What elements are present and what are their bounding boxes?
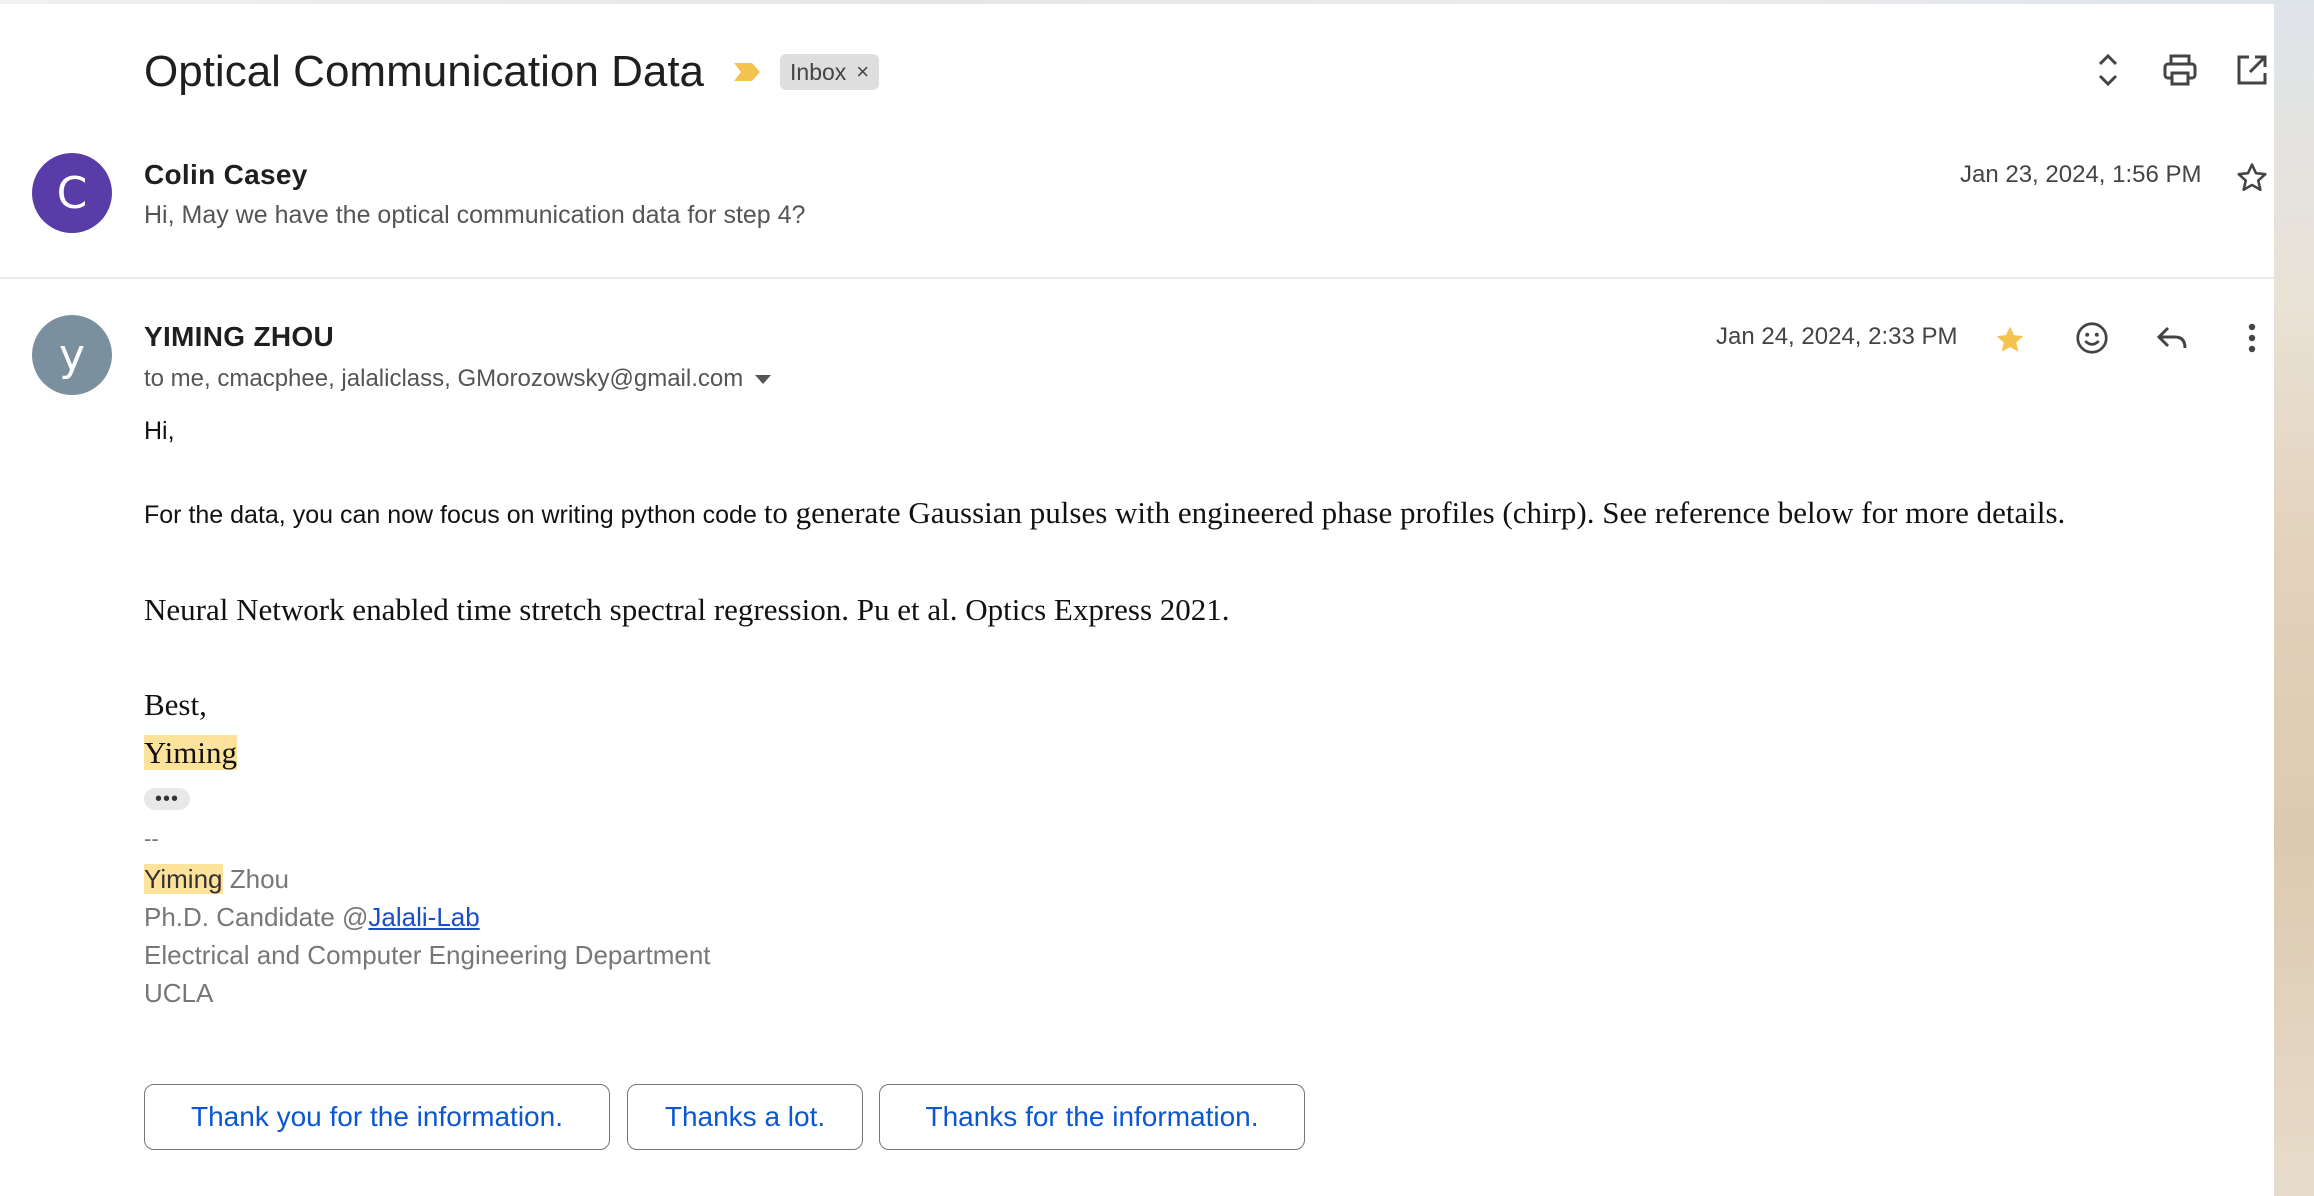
avatar-letter: C bbox=[56, 167, 88, 219]
signature-first-name: Yiming bbox=[144, 864, 223, 894]
signature-last-name: Zhou bbox=[222, 864, 290, 894]
signature-separator: -- bbox=[144, 826, 159, 851]
subject-row: Optical Communication Data Inbox × bbox=[144, 40, 880, 104]
avatar-letter: y bbox=[58, 329, 86, 381]
expand-collapse-icon[interactable] bbox=[2086, 48, 2130, 92]
smart-reply-1[interactable]: Thank you for the information. bbox=[144, 1084, 610, 1150]
label-chip-inbox: Inbox × bbox=[780, 54, 880, 90]
avatar-colin-casey[interactable]: C bbox=[32, 153, 112, 233]
show-trimmed-content-button[interactable]: ••• bbox=[144, 788, 190, 810]
signature-department: Electrical and Computer Engineering Depa… bbox=[144, 940, 711, 970]
highlighted-name: Yiming bbox=[144, 735, 238, 770]
show-details-caret-icon[interactable] bbox=[755, 374, 772, 384]
smart-reply-3[interactable]: Thanks for the information. bbox=[879, 1084, 1305, 1150]
desktop-wallpaper-edge bbox=[2274, 0, 2314, 1196]
body-line-1-serif: to generate Gaussian pulses with enginee… bbox=[763, 495, 2066, 530]
sender-name[interactable]: Colin Casey bbox=[144, 159, 308, 191]
avatar-yiming-zhou[interactable]: y bbox=[32, 315, 112, 395]
email-thread-panel: Optical Communication Data Inbox × C Col… bbox=[0, 4, 2274, 1196]
email-closing: Best, bbox=[144, 687, 207, 722]
email-reference: Neural Network enabled time stretch spec… bbox=[144, 592, 1230, 627]
important-marker-icon[interactable] bbox=[732, 61, 762, 83]
recipients-text: to me, cmacphee, jalaliclass, GMorozowsk… bbox=[144, 365, 744, 392]
more-options-icon[interactable] bbox=[2230, 316, 2274, 360]
sender-name[interactable]: YIMING ZHOU bbox=[144, 321, 334, 353]
email-body-line-1: For the data, you can now focus on writi… bbox=[144, 495, 2065, 531]
smart-reply-2[interactable]: Thanks a lot. bbox=[627, 1084, 863, 1150]
signature-title: Ph.D. Candidate @Jalali-Lab bbox=[144, 902, 480, 933]
add-reaction-icon[interactable] bbox=[2070, 316, 2114, 360]
recipients-line: to me, cmacphee, jalaliclass, GMorozowsk… bbox=[144, 365, 772, 393]
signature-name: Yiming Zhou bbox=[144, 864, 289, 895]
thread-subject: Optical Communication Data bbox=[144, 47, 705, 96]
email-greeting: Hi, bbox=[144, 417, 175, 445]
email-sender-name: Yiming bbox=[144, 735, 238, 771]
body-line-1-sans: For the data, you can now focus on writi… bbox=[144, 501, 764, 529]
reply-icon[interactable] bbox=[2150, 316, 2194, 360]
signature-school: UCLA bbox=[144, 978, 214, 1008]
remove-label-button[interactable]: × bbox=[856, 59, 869, 85]
jalali-lab-link[interactable]: Jalali-Lab bbox=[368, 902, 479, 932]
message-date: Jan 24, 2024, 2:33 PM bbox=[1716, 323, 1958, 350]
message-divider bbox=[0, 277, 2274, 279]
message-snippet[interactable]: Hi, May we have the optical communicatio… bbox=[144, 201, 805, 230]
star-outline-icon[interactable] bbox=[2230, 156, 2274, 200]
signature-title-prefix: Ph.D. Candidate @ bbox=[144, 902, 369, 932]
star-filled-icon[interactable] bbox=[1988, 318, 2032, 362]
open-in-new-window-icon[interactable] bbox=[2230, 48, 2274, 92]
print-icon[interactable] bbox=[2158, 48, 2202, 92]
message-date: Jan 23, 2024, 1:56 PM bbox=[1960, 161, 2202, 188]
label-chip-text: Inbox bbox=[790, 58, 847, 85]
